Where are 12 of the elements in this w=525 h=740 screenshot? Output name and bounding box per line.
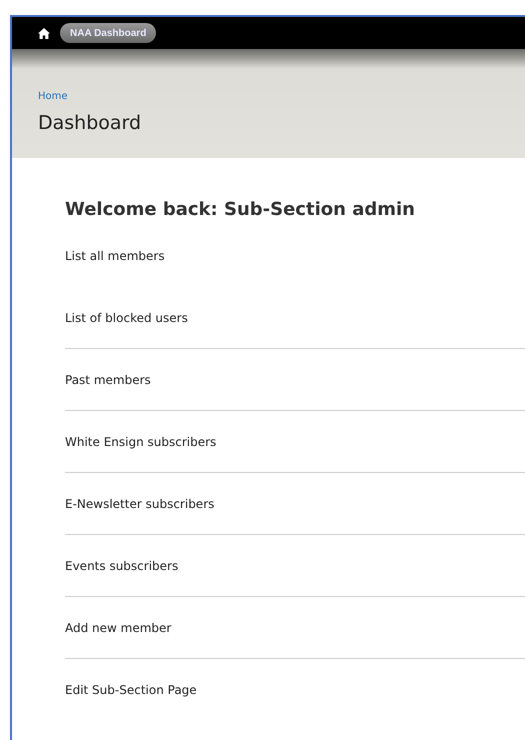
page-title: Dashboard (38, 111, 142, 135)
menu-link[interactable]: List all members (65, 246, 165, 264)
menu-link[interactable]: White Ensign subscribers (65, 432, 216, 450)
menu-link[interactable]: Add new member (65, 618, 172, 636)
menu-link[interactable]: Events subscribers (65, 556, 178, 574)
menu-link[interactable]: Past members (65, 370, 151, 388)
menu-link[interactable]: Edit Sub-Section Page (65, 680, 197, 698)
home-icon[interactable] (38, 28, 50, 38)
menu-link[interactable]: E-Newsletter subscribers (65, 494, 214, 512)
breadcrumb-link[interactable]: Home (38, 91, 68, 103)
menu-link[interactable]: List of blocked users (65, 308, 188, 326)
welcome-heading: Welcome back: Sub-Section admin (65, 198, 415, 222)
